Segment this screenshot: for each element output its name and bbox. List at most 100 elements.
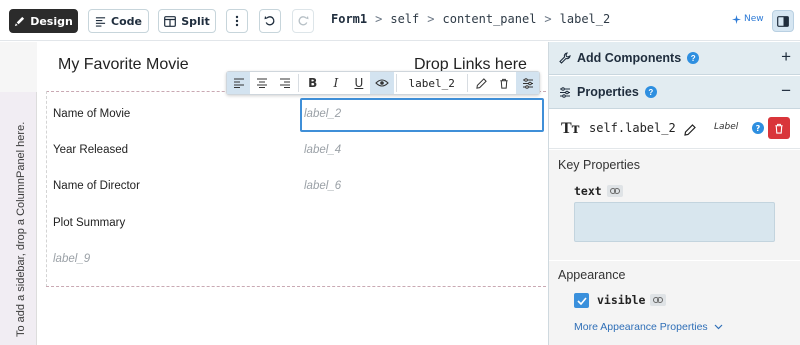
new-button[interactable]: New — [732, 14, 764, 24]
sliders-icon — [560, 86, 570, 98]
label-2-placeholder[interactable]: label_2 — [304, 108, 341, 120]
help-icon[interactable]: ? — [644, 86, 657, 98]
more-options-button[interactable] — [226, 9, 248, 33]
left-strip — [0, 42, 37, 92]
align-left-button[interactable] — [227, 72, 251, 94]
properties-header[interactable]: Properties ? − — [549, 76, 800, 109]
visibility-button[interactable] — [370, 72, 394, 94]
label-4-placeholder[interactable]: label_4 — [304, 144, 341, 156]
design-canvas[interactable]: To add a sidebar, drop a ColumnPanel her… — [0, 42, 548, 345]
sliders-icon — [522, 77, 533, 89]
align-center-button[interactable] — [250, 72, 273, 94]
rename-component-button[interactable] — [684, 121, 696, 140]
panel-toggle-button[interactable] — [772, 10, 794, 32]
breadcrumb-form[interactable]: Form1 — [331, 12, 367, 26]
year-released-label[interactable]: Year Released — [53, 144, 128, 156]
split-label: Split — [181, 14, 210, 28]
split-button[interactable]: Split — [158, 9, 216, 33]
page-title[interactable]: My Favorite Movie — [58, 56, 189, 74]
trash-icon — [500, 78, 509, 89]
link-icon — [610, 188, 620, 194]
properties-panel: Add Components ? + Properties ? − Tт sel… — [548, 42, 800, 345]
visible-property-name: visible — [597, 293, 646, 307]
component-type: Label — [714, 122, 739, 132]
toolbar-divider — [395, 74, 397, 92]
expand-icon[interactable]: + — [781, 47, 791, 67]
label-6-placeholder[interactable]: label_6 — [304, 180, 341, 192]
sidebar-drop-zone[interactable]: To add a sidebar, drop a ColumnPanel her… — [0, 92, 37, 345]
breadcrumb: Form1 > self > content_panel > label_2 — [331, 12, 610, 26]
breadcrumb-label[interactable]: label_2 — [560, 12, 611, 26]
design-button[interactable]: Design — [9, 9, 78, 33]
component-name-display: label_2 — [408, 76, 455, 90]
italic-button[interactable]: I — [324, 72, 347, 94]
label-9-placeholder[interactable]: label_9 — [53, 253, 90, 265]
link-icon — [653, 297, 663, 303]
content-panel-bottom-border — [46, 286, 546, 287]
align-center-icon — [256, 78, 267, 88]
chevron-down-icon — [714, 324, 723, 330]
sparkle-icon — [732, 14, 741, 24]
code-label: Code — [111, 14, 142, 28]
breadcrumb-separator: > — [544, 12, 552, 26]
pencil-icon — [684, 124, 696, 136]
align-left-icon — [233, 78, 244, 88]
component-settings-button[interactable] — [515, 72, 540, 94]
help-icon[interactable]: ? — [752, 122, 764, 134]
toolbar-divider — [466, 74, 468, 92]
design-label: Design — [30, 14, 73, 28]
more-appearance-link[interactable]: More Appearance Properties — [574, 321, 723, 333]
collapse-icon[interactable]: − — [781, 81, 791, 101]
format-toolbar: B I U label_2 — [226, 71, 540, 95]
underline-button[interactable]: U — [347, 72, 370, 94]
pencil-icon — [476, 77, 487, 89]
label-type-icon: Tт — [561, 120, 580, 137]
add-components-title: Add Components — [577, 51, 682, 65]
code-button[interactable]: Code — [88, 9, 149, 33]
delete-component-button[interactable] — [768, 117, 790, 139]
wrench-icon — [559, 52, 571, 64]
vertical-dots-icon — [235, 15, 239, 27]
content-panel-left-border — [46, 91, 47, 287]
key-properties-title: Key Properties — [558, 158, 640, 172]
code-lines-icon — [95, 16, 106, 27]
selected-component-row: Tт self.label_2 Label ? — [549, 109, 800, 149]
visible-checkbox[interactable] — [574, 293, 589, 308]
text-property-name: text — [574, 184, 602, 198]
plot-summary-label[interactable]: Plot Summary — [53, 217, 125, 229]
add-components-header[interactable]: Add Components ? + — [549, 42, 800, 75]
help-icon[interactable]: ? — [687, 52, 700, 64]
breadcrumb-self[interactable]: self — [390, 12, 419, 26]
breadcrumb-separator: > — [427, 12, 435, 26]
director-name-label[interactable]: Name of Director — [53, 180, 140, 192]
undo-button[interactable] — [259, 9, 281, 33]
redo-button[interactable] — [292, 9, 314, 33]
eye-icon — [375, 79, 389, 87]
appearance-title: Appearance — [558, 268, 626, 282]
rename-button[interactable] — [470, 72, 493, 94]
movie-name-label[interactable]: Name of Movie — [53, 108, 130, 120]
side-panel-icon — [777, 15, 789, 27]
properties-title: Properties — [577, 85, 639, 99]
redo-icon — [298, 16, 309, 26]
delete-component-button[interactable] — [493, 72, 516, 94]
align-right-icon — [279, 78, 290, 88]
breadcrumb-separator: > — [375, 12, 383, 26]
data-binding-button[interactable] — [650, 294, 666, 306]
undo-icon — [264, 16, 275, 26]
paint-brush-icon — [15, 16, 25, 26]
breadcrumb-content-panel[interactable]: content_panel — [443, 12, 537, 26]
component-name: self.label_2 — [589, 121, 676, 135]
checkmark-icon — [576, 296, 587, 305]
toolbar-divider — [298, 74, 300, 92]
new-label: New — [744, 14, 764, 24]
split-view-icon — [164, 15, 177, 27]
bold-button[interactable]: B — [301, 72, 324, 94]
text-property-input[interactable] — [574, 202, 775, 242]
sidebar-hint: To add a sidebar, drop a ColumnPanel her… — [15, 121, 27, 337]
trash-icon — [775, 123, 783, 134]
align-right-button[interactable] — [273, 72, 296, 94]
top-toolbar: Design Code Split Form1 > self > content… — [0, 0, 800, 41]
data-binding-button[interactable] — [607, 185, 623, 197]
more-appearance-label: More Appearance Properties — [574, 321, 708, 333]
